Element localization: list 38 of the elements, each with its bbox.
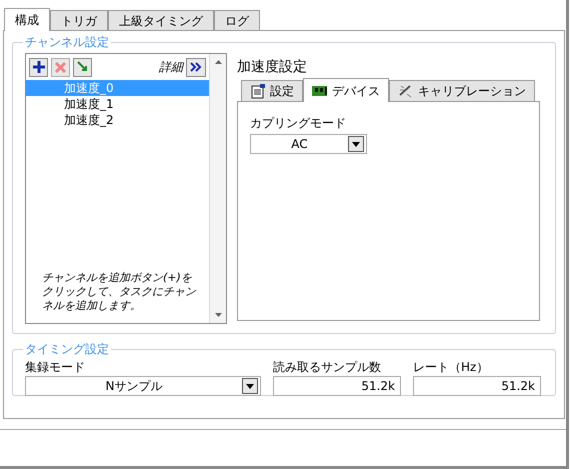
- chevrons-right-icon: [190, 62, 202, 72]
- channel-item[interactable]: 加速度_2: [26, 112, 209, 128]
- add-button[interactable]: [29, 58, 48, 76]
- caret-icon: [246, 384, 254, 388]
- tab[interactable]: トリガ: [50, 10, 108, 30]
- tab[interactable]: キャリブレーション: [389, 80, 535, 101]
- field-label: カプリングモード: [250, 115, 347, 132]
- arrow-icon: [76, 61, 88, 73]
- tab[interactable]: 構成: [4, 8, 50, 31]
- circuit-board-icon: [312, 84, 328, 96]
- field-label: レート（Hz）: [413, 359, 490, 376]
- details-label: 詳細: [159, 59, 183, 76]
- group-title: チャンネル設定: [24, 34, 110, 51]
- tab[interactable]: ログ: [214, 10, 260, 30]
- group-title: タイミング設定: [24, 341, 110, 358]
- x-icon: [55, 62, 66, 72]
- number-field[interactable]: 51.2k: [273, 376, 401, 396]
- scroll-down-icon[interactable]: [214, 313, 222, 317]
- field-label: 集録モード: [25, 359, 86, 376]
- scroll-up-icon[interactable]: [214, 60, 222, 64]
- tab[interactable]: デバイス: [303, 78, 389, 102]
- channel-title: 加速度設定: [237, 58, 308, 77]
- number-field[interactable]: 51.2k: [413, 376, 541, 396]
- clipboard-icon: [250, 83, 266, 99]
- dropdown-button[interactable]: [348, 136, 364, 152]
- hint-text: チャンネルを追加ボタン(+)をクリックして、タスクにチャンネルを追加します。: [42, 271, 198, 313]
- coupling-dropdown[interactable]: AC: [250, 134, 367, 154]
- tab[interactable]: 上級タイミング: [108, 10, 214, 30]
- field-label: 読み取るサンプル数: [273, 359, 382, 376]
- channel-item[interactable]: 加速度_1: [26, 96, 209, 112]
- plus-icon: [32, 61, 44, 73]
- mode-dropdown[interactable]: Nサンプル: [25, 376, 261, 396]
- move-button[interactable]: [73, 58, 92, 76]
- wand-icon: [398, 83, 414, 99]
- caret-icon: [352, 142, 360, 146]
- expand-button[interactable]: [186, 58, 206, 76]
- dropdown-button[interactable]: [242, 378, 258, 394]
- tab[interactable]: 設定: [241, 80, 303, 101]
